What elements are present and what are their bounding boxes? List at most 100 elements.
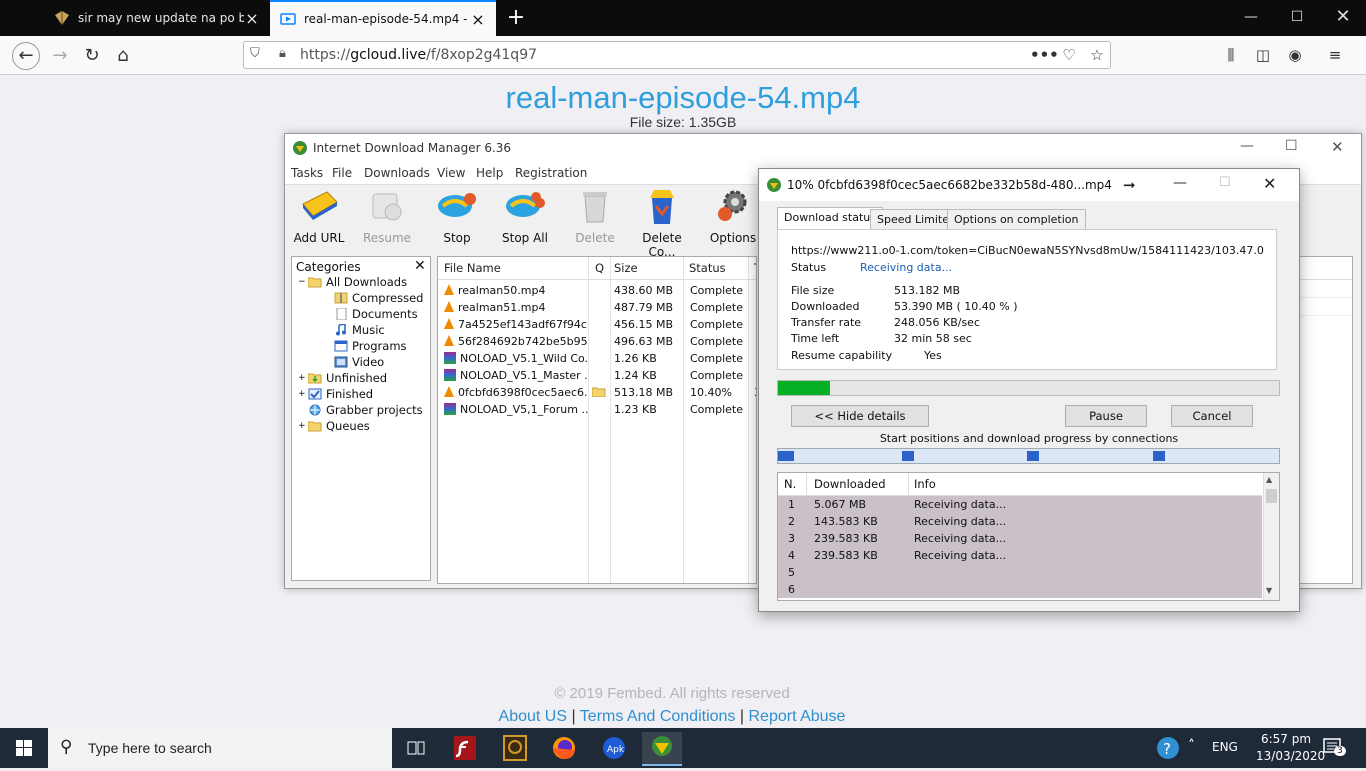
clock[interactable]: 6:57 pm 13/03/2020 [1256,732,1325,763]
col-info[interactable]: Info [914,473,936,495]
table-row[interactable]: realman50.mp4 438.60 MB Complete [438,282,756,299]
col-downloaded[interactable]: Downloaded [814,473,886,495]
table-row[interactable]: 7a4525ef143adf67f94c... 456.15 MB Comple… [438,316,756,333]
menu-downloads[interactable]: Downloads [364,166,430,180]
stop-button[interactable]: Stop [429,186,485,250]
table-row[interactable]: 56f284692b742be5b95... 496.63 MB Complet… [438,333,756,350]
taskbar-search[interactable]: ⚲ Type here to search [48,728,392,768]
connection-row[interactable]: 5 [778,564,1262,581]
idm-maximize-icon[interactable]: ☐ [1285,138,1298,154]
back-button[interactable]: ← [12,42,40,70]
category-music[interactable]: Music [334,323,385,337]
report-abuse-link[interactable]: Report Abuse [749,708,846,725]
category-documents[interactable]: Documents [334,307,418,321]
taskbar-app-apkpure[interactable]: Apk [594,732,634,764]
tab-download-status[interactable]: Download status [777,207,883,231]
home-button[interactable]: ⌂ [109,42,137,70]
reload-button[interactable]: ↻ [78,42,106,70]
table-row[interactable]: 0fcbfd6398f0cec5aec6... 513.18 MB 10.40%… [438,384,756,401]
menu-tasks[interactable]: Tasks [291,166,323,180]
close-window-icon[interactable]: ✕ [1320,0,1366,36]
category-all-downloads[interactable]: − All Downloads [298,275,407,289]
browser-tab-active[interactable]: real-man-episode-54.mp4 - Fre × [270,0,496,36]
scroll-down-icon[interactable]: ▼ [1266,586,1272,595]
bookmark-star-icon[interactable]: ☆ [1086,44,1108,66]
col-q[interactable]: Q [595,257,604,279]
expand-icon[interactable]: + [298,389,308,399]
connections-scrollbar[interactable]: ▲ ▼ [1263,473,1279,600]
idm-minimize-icon[interactable]: — [1240,138,1254,154]
start-button[interactable] [0,728,48,768]
taskbar-app-firefox[interactable] [544,732,584,764]
dialog-close-icon[interactable]: ✕ [1263,174,1276,193]
chevron-up-icon[interactable]: ˄ [1188,738,1195,754]
page-actions-icon[interactable]: ••• [1030,44,1059,66]
delete-button[interactable]: Delete [567,186,623,250]
category-compressed[interactable]: Compressed [334,291,423,305]
help-icon[interactable]: ? [1156,736,1180,763]
taskbar-app-idm[interactable] [642,732,682,766]
pocket-icon[interactable]: ♡ [1058,44,1080,66]
about-us-link[interactable]: About US [499,708,567,725]
close-categories-icon[interactable]: ✕ [414,258,426,274]
taskbar-app-flash[interactable] [444,732,484,764]
col-status[interactable]: Status [689,257,726,279]
table-row[interactable]: NOLOAD_V5.1_Master ... 1.24 KB Complete [438,367,756,384]
idm-close-icon[interactable]: ✕ [1331,138,1344,156]
library-icon[interactable]: ⫼ [1220,44,1242,66]
connection-row[interactable]: 2 143.583 KB Receiving data... [778,513,1262,530]
stop-all-button[interactable]: Stop All [497,186,553,250]
taskbar-app-game[interactable] [494,732,534,764]
category-video[interactable]: Video [334,355,384,369]
menu-view[interactable]: View [437,166,465,180]
connection-row[interactable]: 4 239.583 KB Receiving data... [778,547,1262,564]
col-file-name[interactable]: File Name [444,257,501,279]
tab-options-on-completion[interactable]: Options on completion [947,209,1086,230]
menu-icon[interactable]: ≡ [1324,44,1346,66]
col-time[interactable]: T [754,257,756,279]
collapse-icon[interactable]: − [298,277,308,287]
hide-details-button[interactable]: << Hide details [791,405,929,427]
category-programs[interactable]: Programs [334,339,407,353]
col-n[interactable]: N. [784,473,796,495]
category-queues[interactable]: + Queues [298,419,370,433]
lock-icon[interactable]: 🔒︎ [279,46,286,61]
resume-button[interactable]: Resume [359,186,415,250]
cancel-button[interactable]: Cancel [1171,405,1253,427]
menu-file[interactable]: File [332,166,352,180]
options-button[interactable]: Options [705,186,761,250]
forward-button[interactable]: → [46,42,74,70]
expand-icon[interactable]: + [298,373,308,383]
delete-completed-button[interactable]: Delete Co... [631,186,693,259]
sidebar-icon[interactable]: ◫ [1252,44,1274,66]
account-icon[interactable]: ◉ [1284,44,1306,66]
expand-icon[interactable]: + [298,421,308,431]
category-finished[interactable]: + Finished [298,387,373,401]
tracking-shield-icon[interactable]: ⛉ [250,46,260,61]
url-text[interactable]: https://gcloud.live/f/8xop2g41q97 [300,47,537,63]
table-row[interactable]: NOLOAD_V5.1_Wild Co... 1.26 KB Complete [438,350,756,367]
connection-row[interactable]: 6 [778,581,1262,598]
table-row[interactable]: NOLOAD_V5,1_Forum ... 1.23 KB Complete [438,401,756,418]
maximize-icon[interactable]: ☐ [1274,0,1320,36]
col-size[interactable]: Size [614,257,638,279]
language-indicator[interactable]: ENG [1212,740,1238,754]
scroll-up-icon[interactable]: ▲ [1266,475,1272,484]
terms-link[interactable]: Terms And Conditions [580,708,736,725]
table-row[interactable]: realman51.mp4 487.79 MB Complete [438,299,756,316]
minimize-icon[interactable]: — [1228,0,1274,36]
connection-row[interactable]: 1 5.067 MB Receiving data... [778,496,1262,513]
notifications-button[interactable]: 3 [1322,736,1346,761]
close-tab-icon[interactable]: × [470,10,486,29]
scroll-thumb[interactable] [1266,489,1277,503]
category-unfinished[interactable]: + Unfinished [298,371,387,385]
menu-help[interactable]: Help [476,166,503,180]
close-tab-icon[interactable]: × [244,9,260,28]
category-grabber-projects[interactable]: Grabber projects [298,403,423,417]
new-tab-button[interactable]: + [502,4,530,32]
task-view-button[interactable] [396,732,436,764]
dialog-minimize-icon[interactable]: — [1173,175,1187,191]
pause-button[interactable]: Pause [1065,405,1147,427]
add-url-button[interactable]: Add URL [291,186,347,250]
browser-tab[interactable]: sir may new update na po ba? | ... × [44,0,270,36]
